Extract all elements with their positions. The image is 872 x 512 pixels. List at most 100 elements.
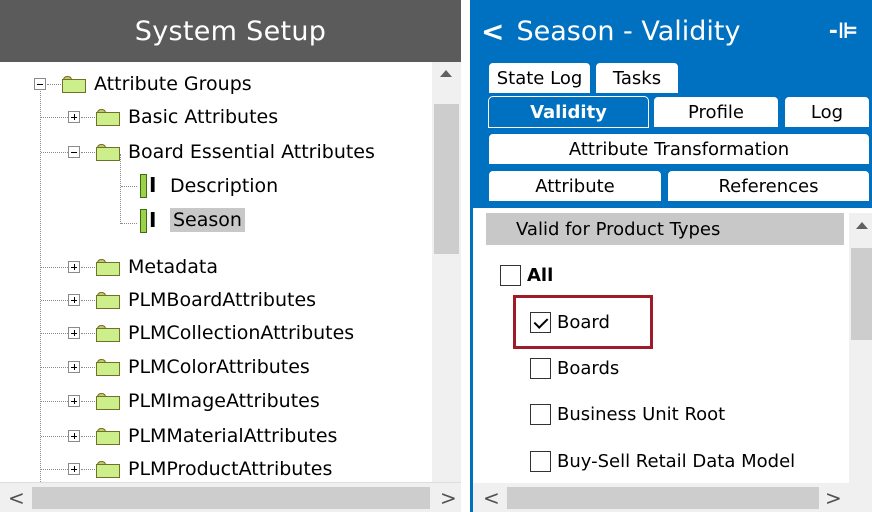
folder-icon [96,359,120,376]
tree-horizontal-scrollbar[interactable]: < > [0,482,461,512]
system-setup-panel: System Setup Attribute Groups Basic Attr… [0,0,461,512]
checkbox-buy-sell[interactable]: Buy-Sell Retail Data Model [530,451,795,472]
tree-item-board-essential-attributes[interactable]: Board Essential Attributes [128,137,375,167]
checkbox[interactable] [530,358,551,379]
checkbox-boards[interactable]: Boards [530,358,619,379]
checkbox[interactable] [500,265,521,286]
tree-line [81,117,95,118]
checkbox-label: Board [557,312,610,333]
panel-header: < Season - Validity -⊫ [473,0,872,62]
tree-line [81,333,95,334]
back-chevron-icon[interactable]: < [481,15,504,48]
folder-icon [96,461,120,478]
tree-line [47,84,61,85]
tree-line [81,469,95,470]
tree-item-plm-color[interactable]: PLMColorAttributes [128,352,310,382]
tree-line [120,154,121,224]
expand-icon[interactable] [68,111,80,123]
system-setup-title: System Setup [0,0,461,62]
season-validity-panel: < Season - Validity -⊫ State Log Tasks V… [470,0,872,512]
tree-line [81,367,95,368]
tab-profile[interactable]: Profile [653,96,779,128]
scroll-right-icon[interactable]: > [825,483,842,512]
app-root: System Setup Attribute Groups Basic Attr… [0,0,872,512]
tab-log[interactable]: Log [784,96,870,128]
tab-attribute-transformation[interactable]: Attribute Transformation [488,133,870,165]
expand-icon[interactable] [68,327,80,339]
content-horizontal-scrollbar[interactable]: < > [473,483,872,512]
folder-icon [96,144,120,161]
tree-item-attribute-groups[interactable]: Attribute Groups [94,69,252,99]
tree-line [41,300,68,301]
tree-line [41,367,68,368]
scrollbar-thumb[interactable] [434,104,459,254]
folder-icon [62,76,86,93]
season-label: Season [170,208,245,232]
checkbox-business-unit-root[interactable]: Business Unit Root [530,404,725,425]
tree-item-plm-collection[interactable]: PLMCollectionAttributes [128,318,354,348]
checkbox-label: Buy-Sell Retail Data Model [557,451,796,472]
folder-icon [96,325,120,342]
attribute-icon: I [138,173,162,199]
expand-icon[interactable] [68,395,80,407]
tree-line [41,117,68,118]
tree-item-plm-material[interactable]: PLMMaterialAttributes [128,421,337,451]
tree-line [81,436,95,437]
checkbox[interactable] [530,404,551,425]
tree-item-plm-board[interactable]: PLMBoardAttributes [128,285,316,315]
scrollbar-thumb[interactable] [507,487,819,509]
tree-item-description[interactable]: Description [170,171,278,201]
expand-icon[interactable] [68,463,80,475]
scroll-left-icon[interactable]: < [8,483,25,512]
tab-attribute[interactable]: Attribute [488,170,662,202]
tree-item-plm-image[interactable]: PLMImageAttributes [128,386,320,416]
collapse-icon[interactable] [68,146,80,158]
scroll-right-icon[interactable]: > [440,483,457,512]
tab-references[interactable]: References [667,170,870,202]
expand-icon[interactable] [68,361,80,373]
checkbox-label: Business Unit Root [557,404,726,425]
tree-line [41,469,68,470]
content-vertical-scrollbar[interactable] [849,213,872,483]
tab-validity[interactable]: Validity [488,96,649,128]
tree-item-season-selected[interactable]: Season [170,205,245,235]
section-header: Valid for Product Types [486,213,844,245]
checkbox-checked[interactable] [530,312,551,333]
tab-tasks[interactable]: Tasks [595,62,679,94]
tree-item-metadata[interactable]: Metadata [128,252,218,282]
folder-icon [96,428,120,445]
attribute-icon: I [138,208,162,234]
tree-line [81,267,95,268]
tree-line [41,267,68,268]
folder-icon [96,393,120,410]
tab-state-log[interactable]: State Log [488,62,591,94]
checkbox-label: All [527,265,554,286]
tree-line [41,152,68,153]
tree-line [121,223,137,224]
scroll-left-icon[interactable]: < [483,483,500,512]
checkbox-all[interactable]: All [500,265,553,286]
tree-item-plm-product[interactable]: PLMProductAttributes [128,454,332,482]
pin-icon[interactable]: -⊫ [829,19,858,44]
expand-icon[interactable] [68,261,80,273]
scroll-up-icon[interactable] [856,222,868,229]
attribute-tree: Attribute Groups Basic Attributes Board … [0,62,432,482]
checkbox-board[interactable]: Board [530,312,610,333]
tree-line [41,401,68,402]
tree-line [121,186,137,187]
panel-title: Season - Validity [516,15,741,47]
tab-strip: State Log Tasks Validity Profile Log Att… [473,62,872,208]
scroll-up-icon[interactable] [440,70,452,77]
scrollbar-thumb[interactable] [851,248,872,340]
tree-line [41,436,68,437]
checkbox[interactable] [530,451,551,472]
tree-line [41,333,68,334]
collapse-icon[interactable] [34,78,46,90]
folder-icon [96,109,120,126]
tree-item-basic-attributes[interactable]: Basic Attributes [128,102,278,132]
tree-vertical-scrollbar[interactable] [432,62,461,482]
expand-icon[interactable] [68,294,80,306]
scrollbar-thumb[interactable] [32,487,430,509]
folder-icon [96,259,120,276]
expand-icon[interactable] [68,430,80,442]
